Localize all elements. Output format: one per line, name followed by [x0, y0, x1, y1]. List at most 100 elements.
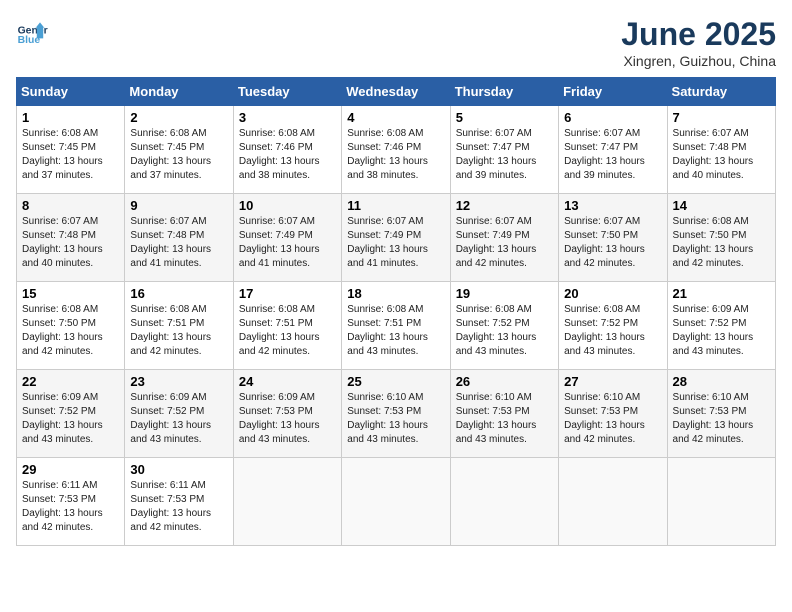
- calendar-cell: 7 Sunrise: 6:07 AMSunset: 7:48 PMDayligh…: [667, 106, 775, 194]
- calendar-week-row: 29 Sunrise: 6:11 AMSunset: 7:53 PMDaylig…: [17, 458, 776, 546]
- calendar-cell: 19 Sunrise: 6:08 AMSunset: 7:52 PMDaylig…: [450, 282, 558, 370]
- day-info: Sunrise: 6:10 AMSunset: 7:53 PMDaylight:…: [564, 392, 645, 445]
- calendar-cell: 2 Sunrise: 6:08 AMSunset: 7:45 PMDayligh…: [125, 106, 233, 194]
- calendar-cell: 20 Sunrise: 6:08 AMSunset: 7:52 PMDaylig…: [559, 282, 667, 370]
- day-info: Sunrise: 6:09 AMSunset: 7:52 PMDaylight:…: [130, 392, 211, 445]
- day-info: Sunrise: 6:11 AMSunset: 7:53 PMDaylight:…: [22, 480, 103, 533]
- day-info: Sunrise: 6:07 AMSunset: 7:50 PMDaylight:…: [564, 216, 645, 269]
- day-number: 29: [22, 462, 119, 477]
- day-number: 1: [22, 110, 119, 125]
- calendar-cell: 9 Sunrise: 6:07 AMSunset: 7:48 PMDayligh…: [125, 194, 233, 282]
- day-number: 8: [22, 198, 119, 213]
- day-number: 11: [347, 198, 444, 213]
- calendar-cell: 8 Sunrise: 6:07 AMSunset: 7:48 PMDayligh…: [17, 194, 125, 282]
- calendar-body: 1 Sunrise: 6:08 AMSunset: 7:45 PMDayligh…: [17, 106, 776, 546]
- day-info: Sunrise: 6:08 AMSunset: 7:52 PMDaylight:…: [564, 304, 645, 357]
- calendar-cell: 4 Sunrise: 6:08 AMSunset: 7:46 PMDayligh…: [342, 106, 450, 194]
- location: Xingren, Guizhou, China: [621, 53, 776, 69]
- day-info: Sunrise: 6:07 AMSunset: 7:48 PMDaylight:…: [130, 216, 211, 269]
- day-number: 28: [673, 374, 770, 389]
- calendar-cell: 10 Sunrise: 6:07 AMSunset: 7:49 PMDaylig…: [233, 194, 341, 282]
- day-info: Sunrise: 6:08 AMSunset: 7:51 PMDaylight:…: [239, 304, 320, 357]
- day-number: 5: [456, 110, 553, 125]
- day-number: 3: [239, 110, 336, 125]
- day-number: 14: [673, 198, 770, 213]
- day-info: Sunrise: 6:09 AMSunset: 7:52 PMDaylight:…: [673, 304, 754, 357]
- day-number: 4: [347, 110, 444, 125]
- day-info: Sunrise: 6:08 AMSunset: 7:45 PMDaylight:…: [130, 128, 211, 181]
- day-of-week-header: Saturday: [667, 78, 775, 106]
- day-info: Sunrise: 6:08 AMSunset: 7:51 PMDaylight:…: [347, 304, 428, 357]
- day-number: 2: [130, 110, 227, 125]
- day-info: Sunrise: 6:08 AMSunset: 7:46 PMDaylight:…: [347, 128, 428, 181]
- day-number: 19: [456, 286, 553, 301]
- day-info: Sunrise: 6:07 AMSunset: 7:48 PMDaylight:…: [673, 128, 754, 181]
- calendar-header-row: SundayMondayTuesdayWednesdayThursdayFrid…: [17, 78, 776, 106]
- day-number: 10: [239, 198, 336, 213]
- calendar-cell: [559, 458, 667, 546]
- day-number: 24: [239, 374, 336, 389]
- calendar-cell: 6 Sunrise: 6:07 AMSunset: 7:47 PMDayligh…: [559, 106, 667, 194]
- day-number: 12: [456, 198, 553, 213]
- calendar-cell: 24 Sunrise: 6:09 AMSunset: 7:53 PMDaylig…: [233, 370, 341, 458]
- day-info: Sunrise: 6:07 AMSunset: 7:49 PMDaylight:…: [347, 216, 428, 269]
- day-info: Sunrise: 6:10 AMSunset: 7:53 PMDaylight:…: [347, 392, 428, 445]
- calendar-cell: 30 Sunrise: 6:11 AMSunset: 7:53 PMDaylig…: [125, 458, 233, 546]
- logo-icon: General Blue: [16, 16, 48, 48]
- day-of-week-header: Wednesday: [342, 78, 450, 106]
- day-number: 22: [22, 374, 119, 389]
- day-number: 21: [673, 286, 770, 301]
- calendar-cell: 14 Sunrise: 6:08 AMSunset: 7:50 PMDaylig…: [667, 194, 775, 282]
- calendar-table: SundayMondayTuesdayWednesdayThursdayFrid…: [16, 77, 776, 546]
- day-info: Sunrise: 6:09 AMSunset: 7:53 PMDaylight:…: [239, 392, 320, 445]
- calendar-cell: 15 Sunrise: 6:08 AMSunset: 7:50 PMDaylig…: [17, 282, 125, 370]
- day-number: 27: [564, 374, 661, 389]
- calendar-cell: 23 Sunrise: 6:09 AMSunset: 7:52 PMDaylig…: [125, 370, 233, 458]
- calendar-cell: 18 Sunrise: 6:08 AMSunset: 7:51 PMDaylig…: [342, 282, 450, 370]
- calendar-week-row: 15 Sunrise: 6:08 AMSunset: 7:50 PMDaylig…: [17, 282, 776, 370]
- calendar-cell: 28 Sunrise: 6:10 AMSunset: 7:53 PMDaylig…: [667, 370, 775, 458]
- day-info: Sunrise: 6:10 AMSunset: 7:53 PMDaylight:…: [456, 392, 537, 445]
- day-of-week-header: Friday: [559, 78, 667, 106]
- calendar-cell: 1 Sunrise: 6:08 AMSunset: 7:45 PMDayligh…: [17, 106, 125, 194]
- logo: General Blue: [16, 16, 48, 48]
- day-number: 20: [564, 286, 661, 301]
- day-info: Sunrise: 6:07 AMSunset: 7:48 PMDaylight:…: [22, 216, 103, 269]
- calendar-cell: 25 Sunrise: 6:10 AMSunset: 7:53 PMDaylig…: [342, 370, 450, 458]
- calendar-cell: 21 Sunrise: 6:09 AMSunset: 7:52 PMDaylig…: [667, 282, 775, 370]
- day-number: 23: [130, 374, 227, 389]
- day-info: Sunrise: 6:08 AMSunset: 7:45 PMDaylight:…: [22, 128, 103, 181]
- day-info: Sunrise: 6:08 AMSunset: 7:46 PMDaylight:…: [239, 128, 320, 181]
- day-info: Sunrise: 6:09 AMSunset: 7:52 PMDaylight:…: [22, 392, 103, 445]
- calendar-cell: [450, 458, 558, 546]
- header: General Blue June 2025 Xingren, Guizhou,…: [16, 16, 776, 69]
- day-info: Sunrise: 6:07 AMSunset: 7:47 PMDaylight:…: [456, 128, 537, 181]
- day-info: Sunrise: 6:08 AMSunset: 7:50 PMDaylight:…: [673, 216, 754, 269]
- calendar-cell: 17 Sunrise: 6:08 AMSunset: 7:51 PMDaylig…: [233, 282, 341, 370]
- day-info: Sunrise: 6:10 AMSunset: 7:53 PMDaylight:…: [673, 392, 754, 445]
- calendar-cell: 26 Sunrise: 6:10 AMSunset: 7:53 PMDaylig…: [450, 370, 558, 458]
- day-of-week-header: Monday: [125, 78, 233, 106]
- calendar-cell: [667, 458, 775, 546]
- calendar-cell: 29 Sunrise: 6:11 AMSunset: 7:53 PMDaylig…: [17, 458, 125, 546]
- day-info: Sunrise: 6:08 AMSunset: 7:50 PMDaylight:…: [22, 304, 103, 357]
- calendar-week-row: 1 Sunrise: 6:08 AMSunset: 7:45 PMDayligh…: [17, 106, 776, 194]
- calendar-cell: 13 Sunrise: 6:07 AMSunset: 7:50 PMDaylig…: [559, 194, 667, 282]
- day-number: 17: [239, 286, 336, 301]
- calendar-cell: 27 Sunrise: 6:10 AMSunset: 7:53 PMDaylig…: [559, 370, 667, 458]
- day-info: Sunrise: 6:07 AMSunset: 7:47 PMDaylight:…: [564, 128, 645, 181]
- calendar-cell: [342, 458, 450, 546]
- title-area: June 2025 Xingren, Guizhou, China: [621, 16, 776, 69]
- day-info: Sunrise: 6:08 AMSunset: 7:51 PMDaylight:…: [130, 304, 211, 357]
- day-info: Sunrise: 6:07 AMSunset: 7:49 PMDaylight:…: [239, 216, 320, 269]
- day-number: 7: [673, 110, 770, 125]
- day-number: 13: [564, 198, 661, 213]
- day-of-week-header: Thursday: [450, 78, 558, 106]
- day-number: 30: [130, 462, 227, 477]
- day-number: 15: [22, 286, 119, 301]
- day-info: Sunrise: 6:08 AMSunset: 7:52 PMDaylight:…: [456, 304, 537, 357]
- month-title: June 2025: [621, 16, 776, 53]
- day-info: Sunrise: 6:11 AMSunset: 7:53 PMDaylight:…: [130, 480, 211, 533]
- calendar-week-row: 22 Sunrise: 6:09 AMSunset: 7:52 PMDaylig…: [17, 370, 776, 458]
- calendar-cell: 22 Sunrise: 6:09 AMSunset: 7:52 PMDaylig…: [17, 370, 125, 458]
